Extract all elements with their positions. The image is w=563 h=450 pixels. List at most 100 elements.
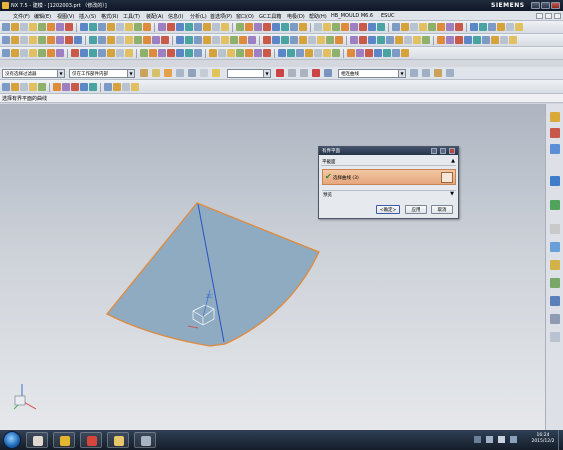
- sketch-curve-tool-10-icon[interactable]: [89, 83, 97, 91]
- dialog-reset-icon[interactable]: [431, 148, 437, 154]
- sketch-curve-tool-8-icon[interactable]: [71, 83, 79, 91]
- surface-tool-26-icon[interactable]: [245, 49, 253, 57]
- surface-tool-30-icon[interactable]: [287, 49, 295, 57]
- feature-tool-36-icon[interactable]: [335, 36, 343, 44]
- surface-tool-41-icon[interactable]: [392, 49, 400, 57]
- surface-tool-22-icon[interactable]: [209, 49, 217, 57]
- standard-tool-28-icon[interactable]: [263, 23, 271, 31]
- surface-tool-42-icon[interactable]: [401, 49, 409, 57]
- menu-gc-toolkit[interactable]: GC工具箱: [259, 13, 281, 20]
- surface-tool-13-icon[interactable]: [116, 49, 124, 57]
- surface-tool-2-icon[interactable]: [11, 49, 19, 57]
- feature-tool-45-icon[interactable]: [422, 36, 430, 44]
- selection-filter-combo[interactable]: 没有选择过滤器 ▼: [2, 69, 65, 78]
- surface-tool-32-icon[interactable]: [305, 49, 313, 57]
- surface-tool-24-icon[interactable]: [227, 49, 235, 57]
- standard-tool-21-icon[interactable]: [194, 23, 202, 31]
- standard-tool-38-icon[interactable]: [359, 23, 367, 31]
- point-constructor-icon[interactable]: [164, 69, 172, 77]
- folder-icon[interactable]: [212, 69, 220, 77]
- curve-rule-combo[interactable]: 相连曲线 ▼: [338, 69, 406, 78]
- surface-tool-37-icon[interactable]: [356, 49, 364, 57]
- menu-insert[interactable]: 插入(S): [79, 13, 96, 20]
- feature-tool-23-icon[interactable]: [212, 36, 220, 44]
- taskbar-app-2[interactable]: [53, 432, 75, 448]
- cancel-button[interactable]: 取消: [431, 205, 453, 214]
- feature-tool-39-icon[interactable]: [368, 36, 376, 44]
- surface-tool-16-icon[interactable]: [149, 49, 157, 57]
- feature-tool-17-icon[interactable]: [152, 36, 160, 44]
- feature-tool-28-icon[interactable]: [263, 36, 271, 44]
- standard-tool-43-icon[interactable]: [410, 23, 418, 31]
- chain-icon[interactable]: [446, 69, 454, 77]
- feature-tool-26-icon[interactable]: [239, 36, 247, 44]
- standard-tool-23-icon[interactable]: [212, 23, 220, 31]
- menu-minimize-button[interactable]: [536, 13, 543, 19]
- feature-tool-31-icon[interactable]: [290, 36, 298, 44]
- taskbar-explorer[interactable]: [107, 432, 129, 448]
- standard-tool-14-icon[interactable]: [125, 23, 133, 31]
- standard-tool-42-icon[interactable]: [401, 23, 409, 31]
- surface-tool-40-icon[interactable]: [383, 49, 391, 57]
- apply-button[interactable]: 应用: [405, 205, 427, 214]
- standard-tool-25-icon[interactable]: [236, 23, 244, 31]
- feature-tool-6-icon[interactable]: [47, 36, 55, 44]
- feature-tool-5-icon[interactable]: [38, 36, 46, 44]
- select-faces-icon[interactable]: [176, 69, 184, 77]
- menu-hb-mould[interactable]: HB_MOULD M6.6: [331, 13, 373, 19]
- standard-tool-46-icon[interactable]: [437, 23, 445, 31]
- feature-curve-icon[interactable]: [434, 69, 442, 77]
- surface-tool-14-icon[interactable]: [125, 49, 133, 57]
- surface-tool-23-icon[interactable]: [218, 49, 226, 57]
- standard-tool-52-icon[interactable]: [497, 23, 505, 31]
- feature-tool-4-icon[interactable]: [29, 36, 37, 44]
- feature-tool-35-icon[interactable]: [326, 36, 334, 44]
- surface-tool-6-icon[interactable]: [47, 49, 55, 57]
- sketch-curve-tool-2-icon[interactable]: [11, 83, 19, 91]
- feature-tool-27-icon[interactable]: [248, 36, 256, 44]
- snap-midpoint-icon[interactable]: [288, 69, 296, 77]
- select-all-icon[interactable]: [140, 69, 148, 77]
- menu-esuc[interactable]: ESUC: [381, 13, 394, 19]
- feature-tool-32-icon[interactable]: [299, 36, 307, 44]
- feature-tool-13-icon[interactable]: [116, 36, 124, 44]
- menu-assemblies[interactable]: 装配(A): [146, 13, 163, 20]
- feature-tool-42-icon[interactable]: [395, 36, 403, 44]
- menu-view[interactable]: 视图(V): [57, 13, 74, 20]
- part-navigator-icon[interactable]: [550, 144, 560, 154]
- select-curves-icon[interactable]: [188, 69, 196, 77]
- standard-tool-20-icon[interactable]: [185, 23, 193, 31]
- surface-tool-20-icon[interactable]: [185, 49, 193, 57]
- assembly-navigator-icon[interactable]: [550, 112, 560, 122]
- standard-tool-34-icon[interactable]: [323, 23, 331, 31]
- standard-tool-45-icon[interactable]: [428, 23, 436, 31]
- feature-tool-14-icon[interactable]: [125, 36, 133, 44]
- show-desktop-button[interactable]: [558, 430, 563, 450]
- feature-tool-9-icon[interactable]: [74, 36, 82, 44]
- surface-tool-7-icon[interactable]: [56, 49, 64, 57]
- standard-tool-13-icon[interactable]: [116, 23, 124, 31]
- feature-tool-40-icon[interactable]: [377, 36, 385, 44]
- start-button[interactable]: [3, 431, 21, 449]
- feature-tool-1-icon[interactable]: [2, 36, 10, 44]
- ok-button[interactable]: <确定>: [376, 205, 400, 214]
- surface-tool-31-icon[interactable]: [296, 49, 304, 57]
- standard-tool-19-icon[interactable]: [176, 23, 184, 31]
- surface-tool-5-icon[interactable]: [38, 49, 46, 57]
- feature-tool-29-icon[interactable]: [272, 36, 280, 44]
- standard-tool-4-icon[interactable]: [29, 23, 37, 31]
- feature-tool-2-icon[interactable]: [11, 36, 19, 44]
- feature-tool-49-icon[interactable]: [464, 36, 472, 44]
- taskbar-nx-app[interactable]: [80, 432, 102, 448]
- surface-tool-19-icon[interactable]: [176, 49, 184, 57]
- menu-help[interactable]: 帮助(H): [309, 13, 327, 20]
- feature-tool-16-icon[interactable]: [143, 36, 151, 44]
- feature-tool-47-icon[interactable]: [446, 36, 454, 44]
- feature-tool-30-icon[interactable]: [281, 36, 289, 44]
- menu-format[interactable]: 格式(R): [101, 13, 118, 20]
- taskbar-app-1[interactable]: [26, 432, 48, 448]
- feature-tool-19-icon[interactable]: [176, 36, 184, 44]
- standard-tool-41-icon[interactable]: [392, 23, 400, 31]
- surface-tool-17-icon[interactable]: [158, 49, 166, 57]
- standard-tool-47-icon[interactable]: [446, 23, 454, 31]
